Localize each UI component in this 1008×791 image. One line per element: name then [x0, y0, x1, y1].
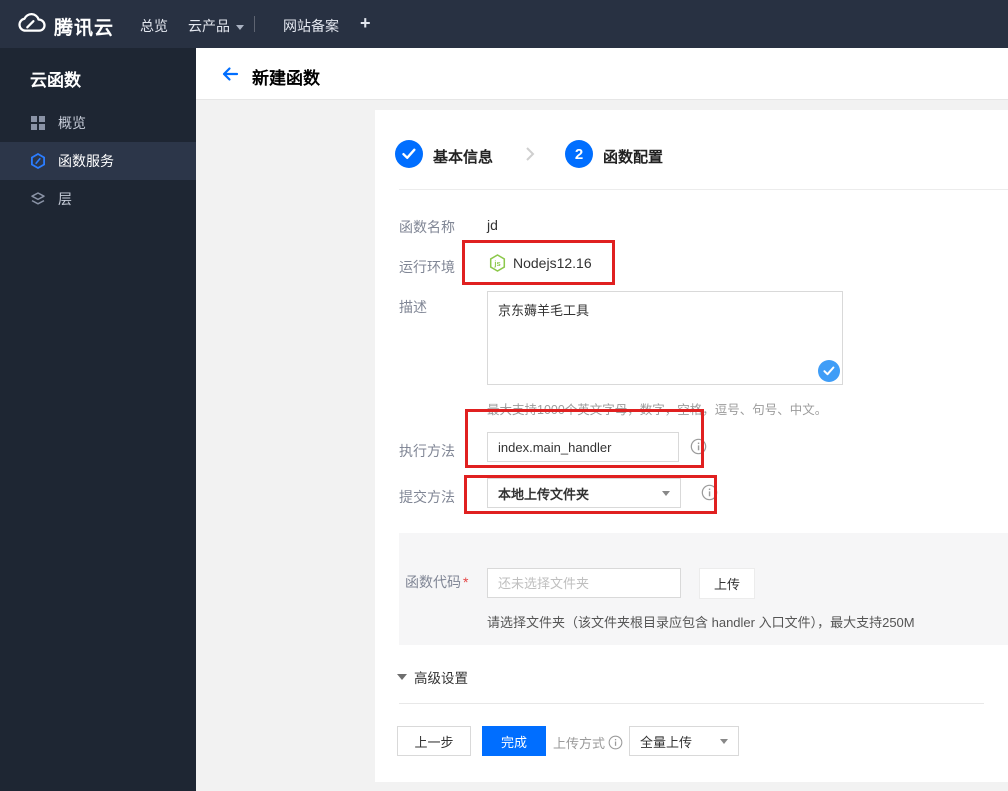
nav-products-menu[interactable]: 云产品: [188, 16, 244, 36]
runtime-value: js Nodejs12.16: [489, 254, 592, 272]
grid-icon: [30, 115, 46, 131]
page-header: 新建函数: [196, 48, 1008, 100]
nav-icp-filing[interactable]: 网站备案: [283, 16, 339, 36]
handler-input[interactable]: [487, 432, 679, 462]
description-textarea[interactable]: 京东薅羊毛工具: [487, 291, 843, 385]
sidebar-menu: 概览 函数服务 层: [0, 104, 196, 218]
runtime-name: Nodejs12.16: [513, 255, 592, 271]
function-name-label: 函数名称: [399, 219, 455, 235]
upload-mode-label-text: 上传方式: [553, 736, 606, 751]
layers-icon: [30, 191, 46, 207]
previous-step-button[interactable]: 上一步: [397, 726, 471, 756]
upload-mode-select[interactable]: 全量上传: [629, 726, 739, 756]
footer-divider: [399, 703, 984, 704]
sidebar-item-label: 层: [58, 191, 72, 207]
info-icon[interactable]: [701, 484, 718, 501]
submit-method-select[interactable]: 本地上传文件夹: [487, 478, 681, 508]
step2-number: 2: [574, 145, 584, 163]
description-hint: 最大支持1000个英文字母，数字，空格，逗号、句号、中文。: [487, 403, 828, 417]
nav-overview[interactable]: 总览: [140, 16, 168, 36]
chevron-down-icon: [662, 490, 670, 496]
top-navbar: 腾讯云 总览 云产品 网站备案 +: [0, 0, 1008, 48]
function-name-value: jd: [487, 217, 498, 233]
advanced-settings-toggle[interactable]: 高级设置: [397, 667, 468, 687]
function-code-label-text: 函数代码: [405, 574, 461, 590]
advanced-settings-label: 高级设置: [414, 671, 468, 686]
tencent-cloud-console: 腾讯云 总览 云产品 网站备案 + 云函数 概览 函数服务 层 新建函数 基本信…: [0, 0, 1008, 791]
sidebar-item-label: 函数服务: [58, 153, 114, 169]
nav-add-tab-button[interactable]: +: [360, 13, 371, 34]
check-icon: [402, 148, 416, 159]
sidebar-item-overview[interactable]: 概览: [0, 104, 196, 142]
nav-products-label: 云产品: [188, 18, 230, 34]
sidebar: 云函数 概览 函数服务 层: [0, 48, 196, 791]
upload-button[interactable]: 上传: [699, 568, 755, 599]
step1-done-circle: [395, 140, 423, 168]
sidebar-item-function-service[interactable]: 函数服务: [0, 142, 196, 180]
step2-label: 函数配置: [603, 149, 664, 166]
triangle-down-icon: [397, 674, 407, 680]
tencent-cloud-logo-icon[interactable]: [16, 12, 48, 41]
info-icon[interactable]: [608, 735, 623, 750]
page-title: 新建函数: [252, 69, 320, 88]
description-label: 描述: [399, 299, 427, 315]
step1-label: 基本信息: [433, 149, 494, 166]
nodejs-icon: js: [489, 254, 506, 272]
svg-text:js: js: [493, 259, 500, 268]
function-hexagon-icon: [30, 153, 46, 169]
upload-mode-label: 上传方式: [553, 733, 623, 752]
upload-mode-value: 全量上传: [640, 734, 693, 750]
sidebar-item-label: 概览: [58, 115, 86, 131]
valid-check-icon: [818, 360, 840, 382]
create-function-card: 基本信息 2 函数配置 函数名称 jd 运行环境 js Nodejs12.16 …: [375, 110, 1008, 782]
handler-label: 执行方法: [399, 443, 455, 459]
finish-button[interactable]: 完成: [482, 726, 546, 756]
chevron-down-icon: [720, 738, 728, 744]
sidebar-title: 云函数: [30, 71, 81, 90]
chevron-down-icon: [236, 24, 244, 30]
step2-circle: 2: [565, 140, 593, 168]
nav-divider: [254, 16, 255, 32]
required-asterisk: *: [463, 574, 469, 590]
folder-path-input[interactable]: [487, 568, 681, 598]
back-arrow-icon[interactable]: [220, 64, 240, 84]
brand-name[interactable]: 腾讯云: [54, 13, 114, 40]
stepper-divider: [399, 189, 1008, 190]
content-area: 基本信息 2 函数配置 函数名称 jd 运行环境 js Nodejs12.16 …: [196, 101, 1008, 791]
submit-method-label: 提交方法: [399, 489, 455, 505]
info-icon[interactable]: [690, 438, 707, 455]
function-code-hint: 请选择文件夹（该文件夹根目录应包含 handler 入口文件），最大支持250M: [487, 615, 915, 630]
submit-method-value: 本地上传文件夹: [498, 486, 590, 502]
function-code-label: 函数代码 *: [405, 572, 468, 592]
sidebar-item-layers[interactable]: 层: [0, 180, 196, 218]
runtime-label: 运行环境: [399, 259, 455, 275]
step-chevron-icon: [525, 146, 535, 167]
